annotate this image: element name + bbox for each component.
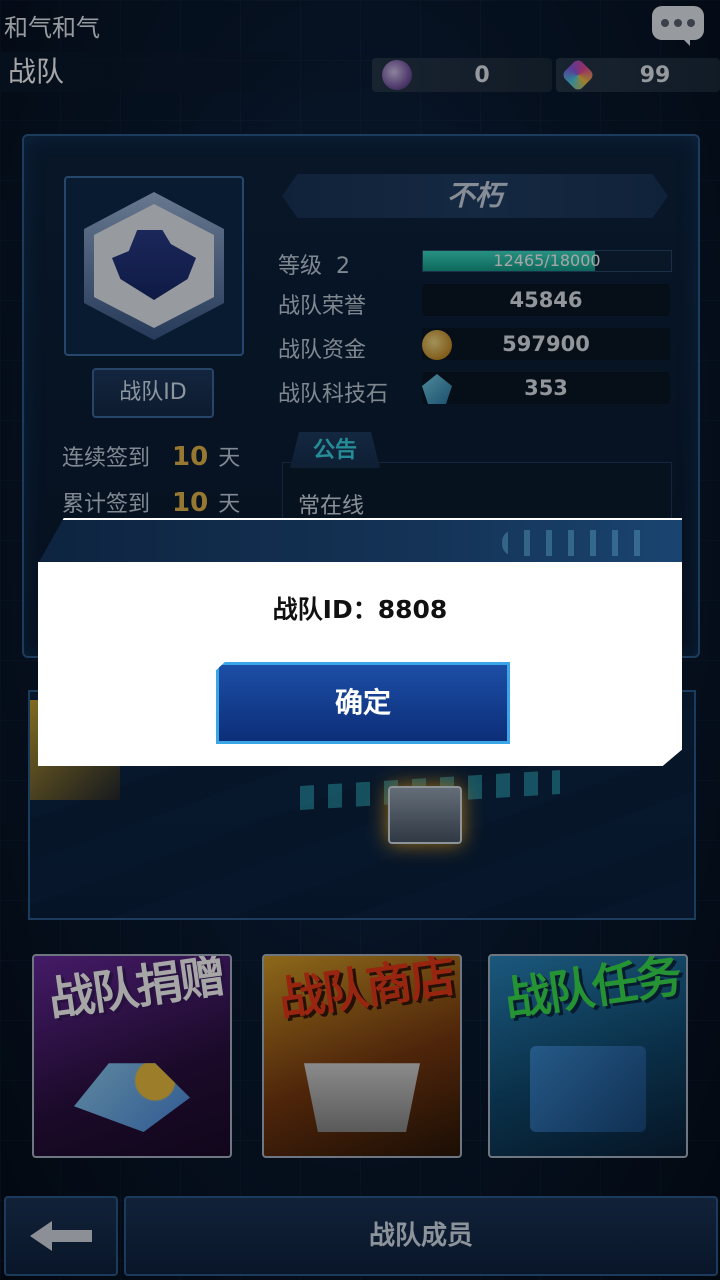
confirm-button[interactable]: 确定: [216, 662, 510, 744]
dialog-header: [38, 518, 682, 564]
hex-pattern-icon: [502, 530, 652, 556]
team-id-dialog: 战队ID：8808 确定: [38, 518, 682, 766]
dialog-message: 战队ID：8808: [272, 595, 448, 624]
